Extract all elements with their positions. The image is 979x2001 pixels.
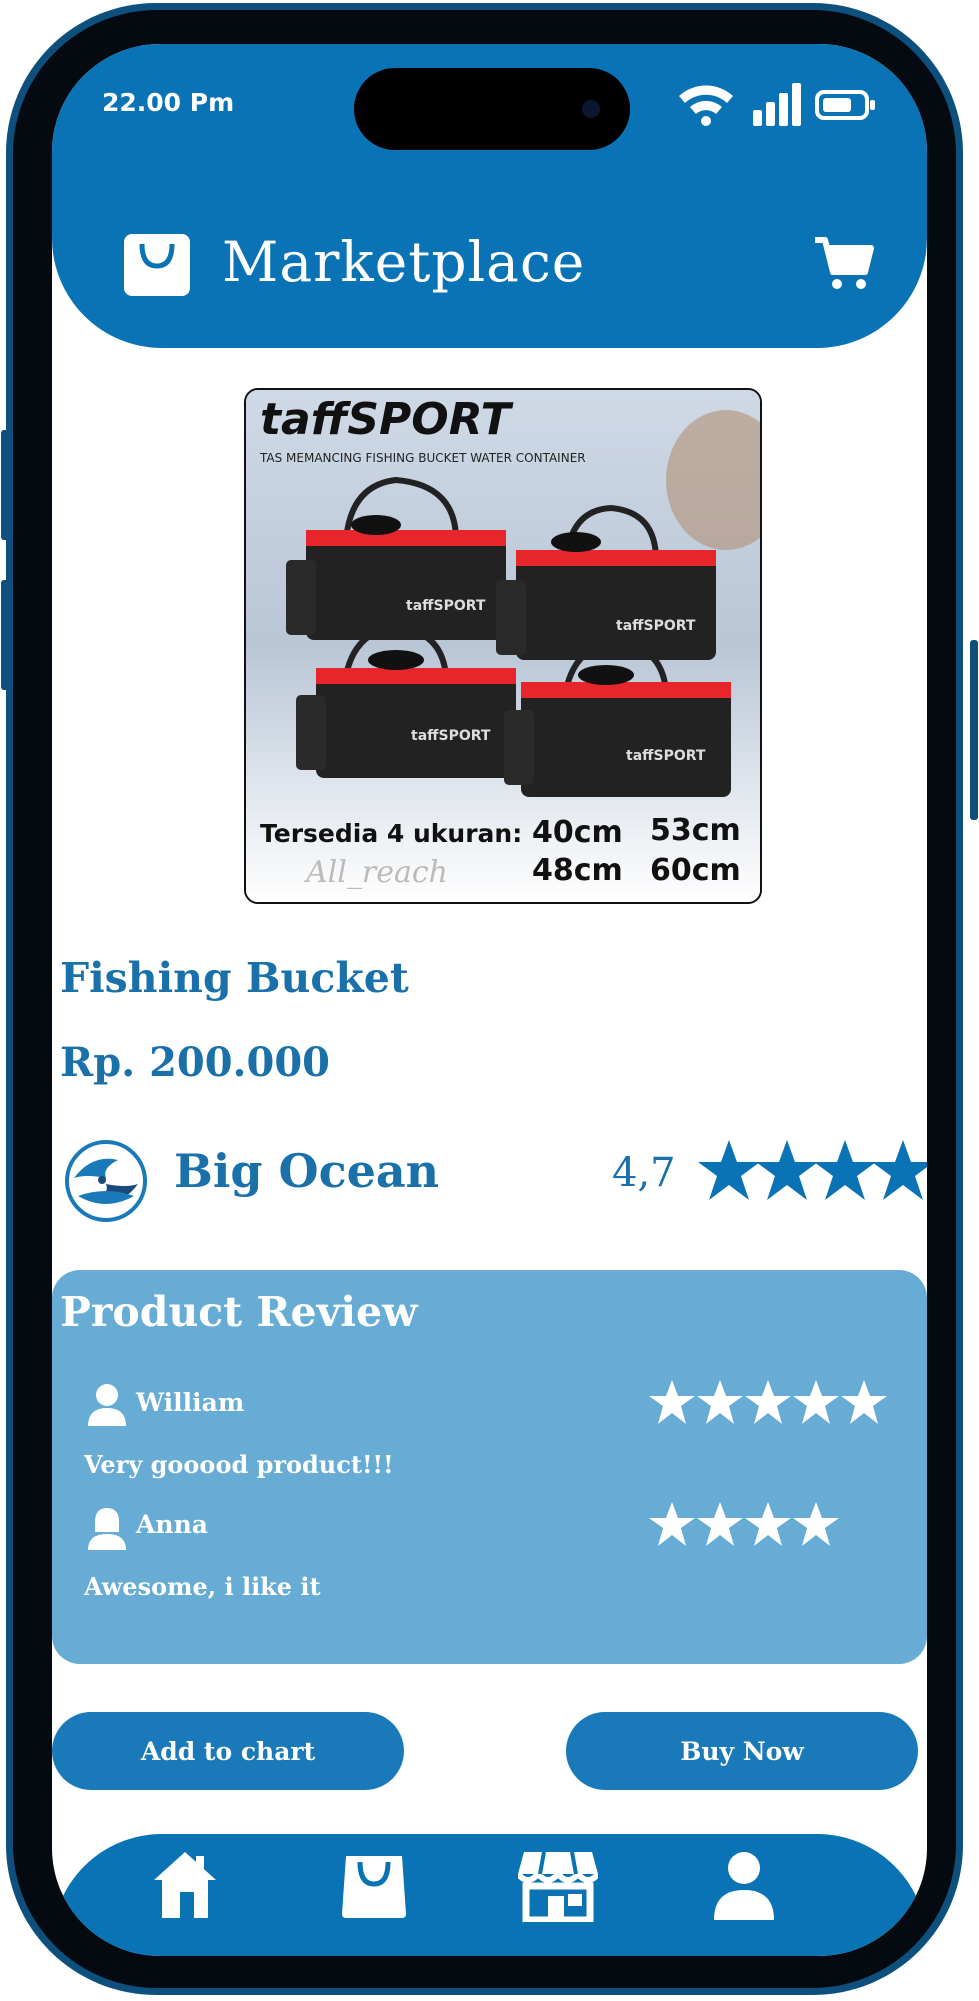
bag-logo: taffSPORT	[411, 728, 491, 744]
dynamic-island	[354, 68, 630, 150]
star-icon	[649, 1502, 695, 1546]
camera-dot	[582, 100, 600, 118]
image-subtitle: TAS MEMANCING FISHING BUCKET WATER CONTA…	[259, 451, 586, 465]
sizes-label: Tersedia 4 ukuran:	[260, 819, 522, 848]
signal-icon	[753, 83, 801, 126]
wifi-icon	[679, 85, 733, 126]
review-text: Very gooood product!!!	[84, 1450, 394, 1479]
star-icon	[698, 1140, 760, 1200]
product-review-card: Product Review William Very gooood produ…	[52, 1270, 927, 1664]
user-icon[interactable]	[712, 1850, 776, 1920]
screen: 22.00 Pm Marketplace taffSPORT TAS MEMAN…	[52, 44, 927, 1956]
star-icon	[841, 1380, 887, 1424]
star-icon	[793, 1502, 839, 1546]
size-53: 53cm	[650, 813, 741, 848]
size-60: 60cm	[650, 853, 741, 888]
watermark: All_reach	[303, 855, 448, 890]
star-icon	[649, 1380, 695, 1424]
review-text: Awesome, i like it	[84, 1572, 321, 1601]
shopping-bag-icon	[124, 234, 190, 296]
app-header: 22.00 Pm Marketplace	[52, 44, 927, 348]
bag-logo: taffSPORT	[406, 598, 486, 614]
status-icons	[679, 83, 875, 126]
product-name: Fishing Bucket	[60, 954, 409, 1002]
status-time: 22.00 Pm	[102, 88, 235, 117]
bag-logo: taffSPORT	[616, 618, 696, 634]
bag-logo: taffSPORT	[626, 748, 706, 764]
phone-side-button	[1, 430, 9, 540]
app-title: Marketplace	[222, 230, 586, 294]
review-stars	[649, 1380, 887, 1424]
star-icon	[697, 1380, 743, 1424]
home-icon[interactable]	[152, 1850, 218, 1920]
star-icon	[814, 1140, 876, 1200]
cart-icon[interactable]	[813, 234, 875, 292]
battery-icon	[815, 90, 875, 120]
phone-side-button	[1, 580, 9, 690]
buy-now-button[interactable]: Buy Now	[566, 1712, 918, 1790]
seller-logo[interactable]	[62, 1138, 150, 1224]
user-icon	[88, 1384, 126, 1426]
add-to-cart-button[interactable]: Add to chart	[52, 1712, 404, 1790]
reviewer-name: Anna	[136, 1510, 208, 1539]
review-stars	[649, 1502, 839, 1546]
reviewer-name: William	[136, 1388, 245, 1417]
star-icon	[793, 1380, 839, 1424]
star-icon	[872, 1140, 927, 1200]
star-icon	[745, 1502, 791, 1546]
product-price: Rp. 200.000	[60, 1039, 330, 1086]
product-photo: taffSPORT TAS MEMANCING FISHING BUCKET W…	[246, 390, 760, 902]
size-40: 40cm	[532, 815, 623, 850]
phone-side-button	[970, 640, 978, 820]
bag-icon[interactable]	[340, 1850, 408, 1918]
star-icon	[697, 1502, 743, 1546]
rating-stars	[698, 1140, 927, 1200]
seller-name[interactable]: Big Ocean	[174, 1144, 439, 1198]
brand-logo: taffSPORT	[260, 394, 514, 445]
store-icon[interactable]	[518, 1850, 598, 1922]
review-title: Product Review	[60, 1288, 418, 1336]
size-48: 48cm	[532, 853, 623, 888]
seller-rating: 4,7	[612, 1150, 676, 1196]
star-icon	[745, 1380, 791, 1424]
user-icon	[88, 1508, 126, 1550]
product-image[interactable]: taffSPORT TAS MEMANCING FISHING BUCKET W…	[244, 388, 762, 904]
bottom-navigation	[52, 1834, 927, 1956]
star-icon	[756, 1140, 818, 1200]
